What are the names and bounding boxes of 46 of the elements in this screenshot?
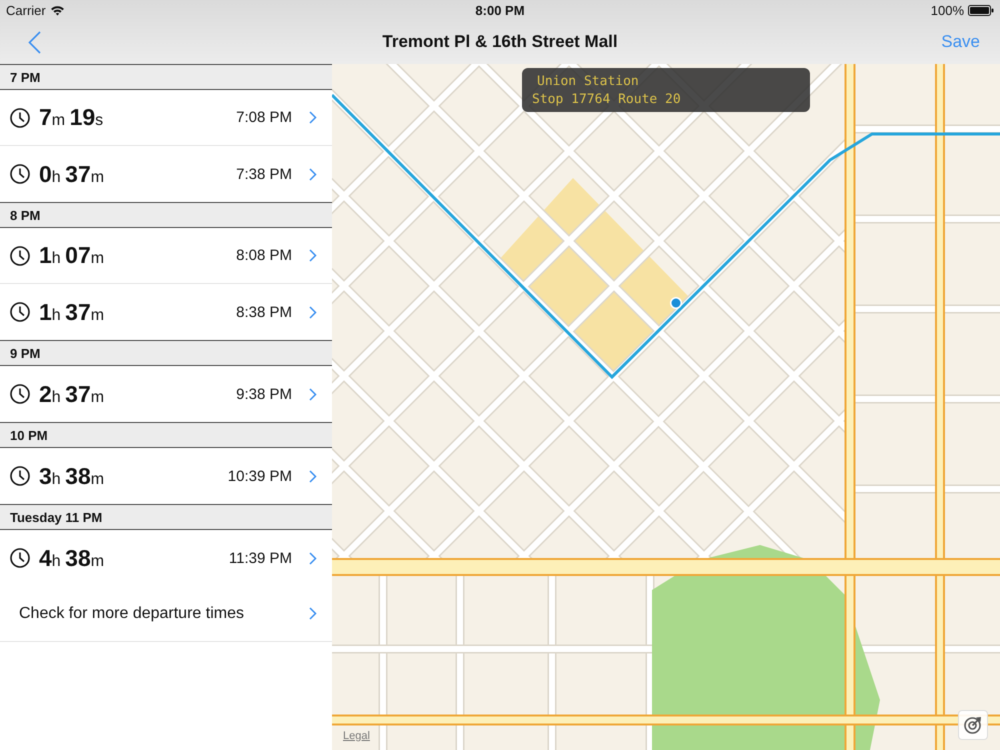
clock-icon <box>10 164 30 184</box>
status-time: 8:00 PM <box>475 2 525 18</box>
location-dot-icon <box>670 297 682 309</box>
chevron-icon <box>309 388 317 400</box>
departure-time: 10:39 PM <box>228 468 292 484</box>
departure-time: 8:08 PM <box>236 247 292 264</box>
section-header: 7 PM <box>0 64 332 90</box>
battery-icon <box>968 4 994 16</box>
stop-route-info: Stop 17764 Route 20 <box>532 91 682 109</box>
wait-duration: 3h 38m <box>39 462 106 490</box>
clock-icon <box>10 384 30 404</box>
clock-icon <box>10 548 30 568</box>
departure-time: 11:39 PM <box>228 550 292 566</box>
chevron-icon <box>309 607 317 620</box>
battery-percent: 100% <box>930 2 964 18</box>
clock-icon <box>10 246 30 266</box>
tracking-button[interactable] <box>958 710 988 740</box>
station-name: Union Station <box>536 73 640 91</box>
section-header: Tuesday 11 PM <box>0 504 332 530</box>
wait-duration: 4h 38m <box>39 544 106 572</box>
chevron-icon <box>309 306 317 318</box>
wait-duration: 0h 37m <box>39 160 106 188</box>
section-header: 10 PM <box>0 422 332 448</box>
chevron-icon <box>309 168 317 180</box>
carrier-name: Carrier <box>6 2 46 18</box>
chevron-icon <box>309 552 317 564</box>
wait-duration: 1h 07m <box>39 242 106 269</box>
departure-time: 8:38 PM <box>236 304 292 320</box>
back-chevron-icon <box>28 30 41 54</box>
departure-time: 9:38 PM <box>236 386 292 402</box>
departure-time: 7:08 PM <box>236 109 292 126</box>
section-header: 9 PM <box>0 340 332 366</box>
wait-duration: 7m 19s <box>39 104 104 131</box>
clock-icon <box>10 466 30 486</box>
chevron-icon <box>309 249 317 262</box>
wait-duration: 1h 37m <box>39 298 106 326</box>
departure-time: 7:38 PM <box>236 166 292 182</box>
section-header: 8 PM <box>0 202 332 228</box>
chevron-icon <box>309 111 317 124</box>
chevron-icon <box>309 470 317 482</box>
clock-icon <box>10 302 30 322</box>
nav-title: Tremont Pl & 16th Street Mall <box>382 32 618 52</box>
clock-icon <box>10 108 30 128</box>
wifi-icon <box>50 4 65 16</box>
wait-duration: 2h 37m <box>39 380 106 408</box>
legal-link[interactable]: Legal <box>343 730 370 742</box>
